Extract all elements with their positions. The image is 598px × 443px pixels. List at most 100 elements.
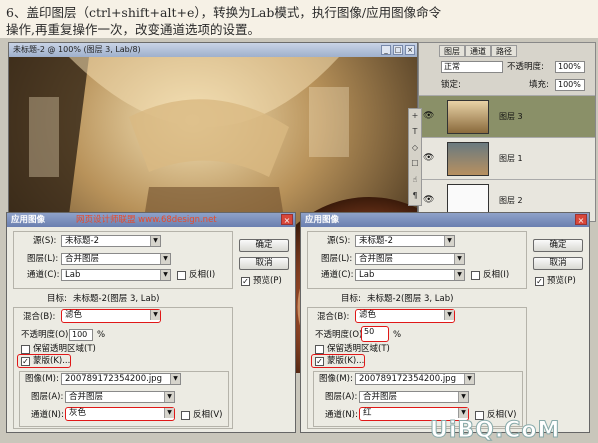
cancel-button[interactable]: 取消 <box>239 257 289 270</box>
site-overlay-text: 网页设计师联盟 www.68design.net <box>75 215 217 225</box>
channel-label: 通道(C): <box>321 270 354 280</box>
mask-checkbox[interactable]: ✓ <box>315 357 324 366</box>
eye-icon[interactable]: 👁 <box>423 195 435 205</box>
channel-select[interactable]: Lab ▼ <box>61 269 171 281</box>
layer-row[interactable]: 👁 图层 1 <box>419 137 595 179</box>
target-label: 目标: <box>341 294 361 304</box>
layer-thumbnail <box>447 142 489 176</box>
source-value: 未标题-2 <box>65 236 99 246</box>
layer-select[interactable]: 合并图层 ▼ <box>355 253 465 265</box>
side-toolbar: + T ◇ ☐ ☝ ¶ <box>408 108 422 206</box>
percent-sign: % <box>97 330 106 340</box>
mask-invert-checkbox[interactable] <box>181 411 190 420</box>
layer-label: 图层(L): <box>27 254 59 264</box>
document-title-bar[interactable]: 未标题-2 @ 100% (图层 3, Lab/8) <box>9 43 417 57</box>
tab-channels[interactable]: 通道 <box>465 45 491 57</box>
eye-icon[interactable]: 👁 <box>423 111 435 121</box>
mask-layer-value: 合并图层 <box>69 392 104 402</box>
mask-layer-label: 图层(A): <box>31 392 64 402</box>
invert-checkbox[interactable] <box>471 271 480 280</box>
percent-sign: % <box>393 330 402 340</box>
blend-label: 混合(B): <box>317 312 350 322</box>
target-value: 未标题-2(图层 3, Lab) <box>73 294 160 304</box>
layers-panel: 图层 通道 路径 正常 不透明度: 100% 锁定: 填充: 100% 👁 图层… <box>418 42 596 222</box>
close-icon[interactable]: × <box>281 214 293 225</box>
apply-image-dialog-left: 应用图像 网页设计师联盟 www.68design.net × 源(S): 未标… <box>6 212 296 433</box>
opacity-input[interactable]: 50 <box>361 326 389 342</box>
mask-channel-select[interactable]: 灰色 ▼ <box>65 407 175 421</box>
preview-label: 预览(P) <box>253 276 282 286</box>
image-value: 200789172354200.jpg <box>65 374 162 384</box>
image-value: 200789172354200.jpg <box>359 374 456 384</box>
close-icon[interactable]: × <box>575 214 587 225</box>
maximize-button[interactable]: □ <box>393 45 403 55</box>
blend-select[interactable]: 滤色 ▼ <box>355 309 455 323</box>
preserve-checkbox[interactable] <box>21 345 30 354</box>
close-button[interactable]: × <box>405 45 415 55</box>
source-value: 未标题-2 <box>359 236 393 246</box>
caption: 6、盖印图层（ctrl+shift+alt+e），转换为Lab模式，执行图像/应… <box>6 4 594 38</box>
dialog-title-bar[interactable]: 应用图像 网页设计师联盟 www.68design.net <box>7 213 295 227</box>
blend-mode-select[interactable]: 正常 <box>441 61 503 73</box>
mask-layer-select[interactable]: 合并图层 ▼ <box>65 391 175 403</box>
apply-image-dialog-right: 应用图像 × 源(S): 未标题-2 ▼ 图层(L): 合并图层 ▼ 通道(C): … <box>300 212 590 433</box>
invert-label: 反相(I) <box>483 270 510 280</box>
layer-value: 合并图层 <box>359 254 394 264</box>
fill-input[interactable]: 100% <box>555 79 585 91</box>
opacity-input[interactable]: 100% <box>555 61 585 73</box>
blend-value: 滤色 <box>65 310 83 320</box>
mask-channel-value: 灰色 <box>69 408 87 418</box>
preview-checkbox[interactable]: ✓ <box>535 277 544 286</box>
source-label: 源(S): <box>33 236 57 246</box>
mask-checkbox[interactable]: ✓ <box>21 357 30 366</box>
opacity-label: 不透明度(O): <box>315 330 366 340</box>
mask-label: 蒙版(K)... <box>327 356 365 366</box>
mask-layer-select[interactable]: 合并图层 ▼ <box>359 391 469 403</box>
dialog-title-bar[interactable]: 应用图像 <box>301 213 589 227</box>
hand-tool-icon[interactable]: ☝ <box>410 175 420 185</box>
preserve-checkbox[interactable] <box>315 345 324 354</box>
channel-label: 通道(C): <box>27 270 60 280</box>
ok-button[interactable]: 确定 <box>239 239 289 252</box>
image-label: 图像(M): <box>25 374 59 384</box>
tab-paths[interactable]: 路径 <box>491 45 517 57</box>
mask-label: 蒙版(K)... <box>33 356 71 366</box>
opacity-input[interactable]: 100 <box>69 329 93 341</box>
layer-name: 图层 3 <box>499 112 523 121</box>
minimize-button[interactable]: _ <box>381 45 391 55</box>
marquee-tool-icon[interactable]: ☐ <box>410 159 420 169</box>
image-select[interactable]: 200789172354200.jpg ▼ <box>355 373 475 385</box>
preview-checkbox[interactable]: ✓ <box>241 277 250 286</box>
channel-value: Lab <box>65 270 81 280</box>
lock-label: 锁定: <box>441 80 461 90</box>
dialog-title: 应用图像 <box>11 215 46 225</box>
layer-name: 图层 1 <box>499 154 523 163</box>
shape-tool-icon[interactable]: ◇ <box>410 143 420 153</box>
invert-checkbox[interactable] <box>177 271 186 280</box>
layer-row[interactable]: 👁 图层 3 <box>419 95 595 137</box>
channel-select[interactable]: Lab ▼ <box>355 269 465 281</box>
fill-label: 填充: <box>529 80 549 90</box>
image-label: 图像(M): <box>319 374 353 384</box>
layer-select[interactable]: 合并图层 ▼ <box>61 253 171 265</box>
source-select[interactable]: 未标题-2 ▼ <box>61 235 161 247</box>
blend-select[interactable]: 滤色 ▼ <box>61 309 161 323</box>
layer-name: 图层 2 <box>499 196 523 205</box>
paragraph-tool-icon[interactable]: ¶ <box>410 191 420 201</box>
image-select[interactable]: 200789172354200.jpg ▼ <box>61 373 181 385</box>
dialog-title: 应用图像 <box>305 215 340 225</box>
layer-label: 图层(L): <box>321 254 353 264</box>
eye-icon[interactable]: 👁 <box>423 153 435 163</box>
layer-thumbnail <box>447 100 489 134</box>
cancel-button[interactable]: 取消 <box>533 257 583 270</box>
mask-layer-label: 图层(A): <box>325 392 358 402</box>
mask-channel-label: 通道(N): <box>325 410 358 420</box>
source-select[interactable]: 未标题-2 ▼ <box>355 235 455 247</box>
source-label: 源(S): <box>327 236 351 246</box>
move-tool-icon[interactable]: + <box>410 111 420 121</box>
ok-button[interactable]: 确定 <box>533 239 583 252</box>
type-tool-icon[interactable]: T <box>410 127 420 137</box>
tab-layers[interactable]: 图层 <box>439 45 465 57</box>
target-value: 未标题-2(图层 3, Lab) <box>367 294 454 304</box>
mask-channel-label: 通道(N): <box>31 410 64 420</box>
